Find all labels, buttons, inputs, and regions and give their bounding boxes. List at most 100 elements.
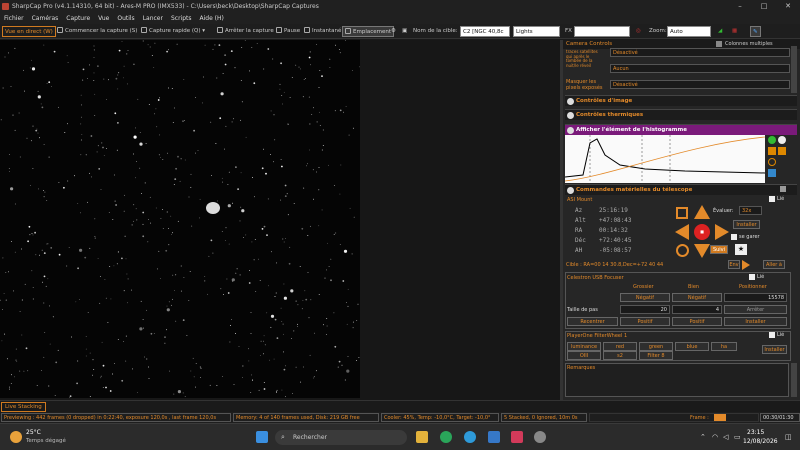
focuser-linked-checkbox[interactable] <box>749 274 755 280</box>
multi-column-checkbox[interactable] <box>716 41 722 47</box>
arrow-up-icon[interactable] <box>694 205 710 219</box>
image-viewer[interactable] <box>0 40 560 400</box>
filter-luminance[interactable]: luminance <box>567 342 601 351</box>
histogram-plot[interactable] <box>565 135 765 183</box>
satellite-select[interactable]: Désactivé <box>610 48 790 57</box>
filter-8[interactable]: Filter 8 <box>639 351 673 360</box>
arrow-down-icon[interactable] <box>694 244 710 258</box>
filter-blue[interactable]: blue <box>675 342 709 351</box>
arrow-right-icon[interactable] <box>715 224 729 240</box>
minimize-icon[interactable]: – <box>728 1 752 12</box>
goto-arrow-icon[interactable] <box>742 260 750 270</box>
start-capture-button[interactable]: Commencer la capture (S) <box>55 26 139 37</box>
search-box[interactable]: ⌕ Rechercher <box>275 430 407 445</box>
pen-icon[interactable]: ✎ <box>750 26 761 37</box>
fine-positive-button[interactable]: Positif <box>672 317 722 326</box>
info-icon[interactable] <box>768 136 776 144</box>
battery-icon[interactable]: ▭ <box>734 433 741 441</box>
thermal-controls-header[interactable]: Contrôles thermiques <box>565 109 797 120</box>
histogram-icon[interactable]: ◢ <box>716 26 724 37</box>
fine-negative-button[interactable]: Négatif <box>672 293 722 302</box>
position-input[interactable]: 15578 <box>724 293 787 302</box>
arrow-left-icon[interactable] <box>675 224 689 240</box>
file-explorer-icon[interactable] <box>416 431 428 443</box>
stop-mount-button[interactable]: ■ <box>694 224 710 240</box>
remarks-box[interactable] <box>565 363 789 397</box>
gear-icon[interactable]: ⚙ <box>389 26 398 37</box>
menu-tools[interactable]: Outils <box>113 13 138 24</box>
notification-icon[interactable]: ◫ <box>785 433 792 441</box>
coarse-positive-button[interactable]: Positif <box>620 317 670 326</box>
image-controls-header[interactable]: Contrôles d'image <box>565 95 797 106</box>
follow-button[interactable]: Suivi <box>710 245 728 254</box>
target-name-input[interactable]: C2 [NGC 40,8c <box>460 26 510 37</box>
app-icon-red[interactable] <box>511 431 523 443</box>
crosshair-icon[interactable] <box>676 244 689 257</box>
edge-icon[interactable] <box>464 431 476 443</box>
hot-pixel-select[interactable]: Désactivé <box>610 80 790 89</box>
lightning-icon[interactable] <box>768 147 776 155</box>
xbox-icon[interactable] <box>440 431 452 443</box>
rate-select[interactable]: 32x <box>739 206 762 215</box>
menu-help[interactable]: Aide (H) <box>196 13 228 24</box>
maximize-icon[interactable]: □ <box>752 1 776 12</box>
menu-scripts[interactable]: Scripts <box>167 13 196 24</box>
grid-icon[interactable]: ▦ <box>730 26 739 37</box>
fine-step-input[interactable]: 4 <box>672 305 722 314</box>
menu-view[interactable]: Vue <box>94 13 113 24</box>
pause-button[interactable]: Pause <box>274 26 302 37</box>
telescope-header[interactable]: Commandes matérielles du télescope <box>565 184 797 195</box>
record-icon[interactable]: ▣ <box>400 26 409 37</box>
coarse-step-input[interactable]: 20 <box>620 305 670 314</box>
mount-linked-checkbox[interactable] <box>769 196 775 202</box>
star-icon[interactable]: ★ <box>735 244 747 255</box>
snapshot-button[interactable]: Instantané <box>302 26 343 37</box>
recenter-button[interactable]: Recentrer <box>567 317 618 326</box>
quick-capture-button[interactable]: Capture rapide (Q) ▾ <box>139 26 207 37</box>
menu-launch[interactable]: Lancer <box>139 13 167 24</box>
focuser-stop-button[interactable]: Arrêter <box>724 305 787 314</box>
sharpcap-taskbar-icon[interactable] <box>534 431 546 443</box>
histogram-header[interactable]: Afficher l'élément de l'histogramme <box>565 124 797 135</box>
menu-capture[interactable]: Capture <box>62 13 94 24</box>
menu-icon[interactable] <box>780 186 786 192</box>
live-stacking-tab[interactable]: Live Stacking <box>1 402 46 412</box>
save-icon[interactable] <box>768 169 776 177</box>
env-button[interactable]: Env <box>728 260 740 269</box>
filter-red[interactable]: red <box>603 342 637 351</box>
wheel-install-button[interactable]: Installer <box>762 345 787 354</box>
menu-cameras[interactable]: Caméras <box>28 13 63 24</box>
filter-ha[interactable]: ha <box>711 342 737 351</box>
windows-start-icon[interactable] <box>256 431 268 443</box>
volume-icon[interactable]: ◁ <box>723 433 728 441</box>
store-icon[interactable] <box>488 431 500 443</box>
stop-capture-button[interactable]: Arrêter la capture <box>215 26 276 37</box>
filter-oiii[interactable]: OIII <box>567 351 601 360</box>
flame-icon[interactable] <box>778 147 786 155</box>
reticle-icon[interactable]: ◎ <box>634 26 643 37</box>
reset-icon[interactable] <box>768 158 776 166</box>
chevron-up-icon[interactable]: ⌃ <box>700 433 706 441</box>
park-checkbox[interactable] <box>731 234 737 240</box>
mount-install-button[interactable]: Installer <box>733 220 760 229</box>
fx-select[interactable] <box>574 26 630 37</box>
contrast-icon[interactable] <box>778 136 786 144</box>
goto-button[interactable]: Aller à <box>763 260 785 269</box>
focuser-install-button[interactable]: Installer <box>724 317 787 326</box>
zoom-select[interactable]: Auto <box>667 26 711 37</box>
spiral-icon[interactable] <box>676 207 688 219</box>
filter-s2[interactable]: s2 <box>603 351 637 360</box>
location-button[interactable]: Emplacement <box>342 26 395 37</box>
live-view-button[interactable]: Vue en direct (W) <box>2 26 56 37</box>
frame-type-select[interactable]: Lights <box>513 26 560 37</box>
coord-alt-value: +47:08:43 <box>599 217 632 224</box>
remarks-scrollbar[interactable] <box>791 363 797 397</box>
close-icon[interactable]: ✕ <box>776 1 800 12</box>
wifi-icon[interactable]: ◠ <box>712 433 718 441</box>
filter-green[interactable]: green <box>639 342 673 351</box>
coarse-negative-button[interactable]: Négatif <box>620 293 670 302</box>
mode-select[interactable]: Aucun <box>610 64 790 73</box>
scrollbar[interactable] <box>791 46 797 93</box>
menu-file[interactable]: Fichier <box>0 13 28 24</box>
wheel-linked-checkbox[interactable] <box>769 332 775 338</box>
